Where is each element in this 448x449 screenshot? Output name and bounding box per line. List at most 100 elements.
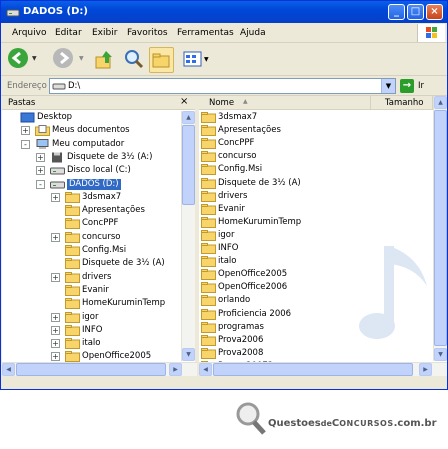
expand-icon[interactable]: + (51, 232, 60, 242)
forward-button[interactable] (52, 47, 76, 73)
tree-item[interactable]: + Meus documentos (2, 124, 182, 137)
tree-item[interactable]: + Disquete de 3½ (A:) (2, 151, 182, 164)
file-list-item[interactable]: Evanir (201, 203, 371, 216)
tree-scroll-thumb[interactable] (182, 125, 195, 205)
back-button[interactable] (7, 47, 31, 73)
tree-item[interactable]: + concurso (2, 231, 182, 244)
menu-ajuda[interactable]: Ajuda (240, 28, 266, 38)
tree-item[interactable]: - Meu computador (2, 138, 182, 151)
expand-icon[interactable]: + (51, 312, 60, 322)
tree-item[interactable]: Apresentações (2, 204, 182, 217)
explorer-window: DADOS (D:) _ □ × Arquivo Editar Exibir F… (0, 0, 448, 390)
menu-arquivo[interactable]: Arquivo (12, 28, 46, 38)
expand-icon[interactable]: + (51, 339, 60, 349)
expand-icon[interactable]: + (51, 192, 60, 202)
scroll-left-icon[interactable]: ◀ (2, 363, 15, 376)
tree-item[interactable]: - DADOS (D:) (2, 178, 182, 191)
expand-icon[interactable]: + (36, 152, 45, 162)
go-arrow-icon[interactable]: → (400, 79, 414, 93)
tree-item[interactable]: Disquete de 3½ (A) (2, 257, 182, 270)
file-list-item[interactable]: HomeKuruminTemp (201, 216, 371, 229)
scroll-up-icon[interactable]: ▲ (434, 96, 447, 109)
minimize-button[interactable]: _ (388, 4, 405, 20)
tree-item[interactable]: + igor (2, 311, 182, 324)
tree-item[interactable]: Evanir (2, 284, 182, 297)
address-input[interactable]: D:\ ▼ (49, 78, 396, 94)
column-size[interactable]: Tamanho (371, 96, 433, 110)
maximize-button[interactable]: □ (407, 4, 424, 20)
scroll-right-icon[interactable]: ▶ (169, 363, 182, 376)
file-list-item[interactable]: Config.Msi (201, 163, 371, 176)
file-list-item[interactable]: OpenOffice2005 (201, 268, 371, 281)
menu-ferramentas[interactable]: Ferramentas (177, 28, 234, 38)
views-button[interactable]: ▼ (183, 47, 211, 73)
tree-vertical-scrollbar[interactable]: ▲ ▼ (181, 111, 195, 361)
folder-icon (65, 298, 80, 310)
tree-item[interactable]: ConcPPF (2, 217, 182, 230)
file-list-item[interactable]: igor (201, 229, 371, 242)
file-list-item[interactable]: programas (201, 321, 371, 334)
files-scroll-thumb[interactable] (434, 110, 447, 346)
drive-icon (52, 83, 66, 90)
expand-icon[interactable]: + (51, 325, 60, 335)
file-list-item[interactable]: concurso (201, 150, 371, 163)
tree-item[interactable]: Config.Msi (2, 244, 182, 257)
file-name: ConcPPF (218, 138, 255, 149)
folders-pane-close-icon[interactable]: × (180, 96, 188, 107)
address-dropdown-icon[interactable]: ▼ (381, 79, 395, 93)
close-button[interactable]: × (426, 4, 443, 20)
tree-item[interactable]: + INFO (2, 324, 182, 337)
files-horizontal-scrollbar[interactable]: ◀ ▶ (199, 362, 447, 376)
expand-icon[interactable]: + (21, 126, 30, 136)
title-bar[interactable]: DADOS (D:) _ □ × (1, 1, 447, 23)
tree-item[interactable]: + Disco local (C:) (2, 164, 182, 177)
expand-icon[interactable]: + (36, 166, 45, 176)
go-button[interactable]: Ir (418, 81, 424, 91)
file-list-item[interactable]: ConcPPF (201, 137, 371, 150)
collapse-icon[interactable]: - (21, 139, 30, 149)
tree-item[interactable]: + drivers (2, 271, 182, 284)
scroll-up-icon[interactable]: ▲ (182, 111, 195, 124)
file-list-item[interactable]: Proficiencia 2006 (201, 308, 371, 321)
tree-item[interactable]: +3dsmax7 (2, 191, 182, 204)
files-vertical-scrollbar[interactable]: ▲ ▼ (433, 96, 447, 361)
folder-icon (201, 347, 216, 359)
file-name: drivers (218, 190, 248, 201)
collapse-icon[interactable]: - (36, 179, 45, 189)
forward-dropdown-icon[interactable]: ▼ (79, 55, 84, 62)
scroll-left-icon[interactable]: ◀ (199, 363, 212, 376)
expand-icon[interactable]: + (51, 272, 60, 282)
file-list-item[interactable]: Prova2008 (201, 347, 371, 360)
file-list-item[interactable]: Prova2006 (201, 334, 371, 347)
scroll-down-icon[interactable]: ▼ (182, 348, 195, 361)
back-dropdown-icon[interactable]: ▼ (32, 55, 37, 62)
docs-icon (35, 125, 50, 137)
scroll-down-icon[interactable]: ▼ (434, 348, 447, 361)
tree-item-label: italo (82, 338, 101, 349)
files-hscroll-thumb[interactable] (213, 363, 413, 376)
file-list-item[interactable]: drivers (201, 190, 371, 203)
file-list-item[interactable]: Apresentações (201, 124, 371, 137)
tree-item[interactable]: + italo (2, 337, 182, 350)
file-list-item[interactable]: Disquete de 3½ (A) (201, 177, 371, 190)
tree-item[interactable]: HomeKuruminTemp (2, 297, 182, 310)
search-button[interactable] (122, 47, 146, 73)
file-list-item[interactable]: OpenOffice2006 (201, 281, 371, 294)
tree-horizontal-scrollbar[interactable]: ◀ ▶ (2, 362, 197, 376)
up-folder-button[interactable] (94, 47, 116, 73)
scroll-right-icon[interactable]: ▶ (419, 363, 432, 376)
tree-hscroll-thumb[interactable] (16, 363, 166, 376)
drive-icon (50, 179, 65, 190)
file-list-item[interactable]: 3dsmax7 (201, 111, 371, 124)
expand-icon[interactable]: + (51, 352, 60, 362)
floppy-icon (50, 152, 65, 163)
file-list-item[interactable]: INFO (201, 242, 371, 255)
file-list-item[interactable]: orlando (201, 294, 371, 307)
tree-item[interactable]: Desktop (2, 111, 182, 124)
file-list-item[interactable]: italo (201, 255, 371, 268)
column-name[interactable]: Nome ▲ (199, 96, 371, 110)
menu-favoritos[interactable]: Favoritos (127, 28, 168, 38)
folders-button[interactable] (149, 47, 174, 73)
menu-exibir[interactable]: Exibir (92, 28, 117, 38)
menu-editar[interactable]: Editar (55, 28, 82, 38)
